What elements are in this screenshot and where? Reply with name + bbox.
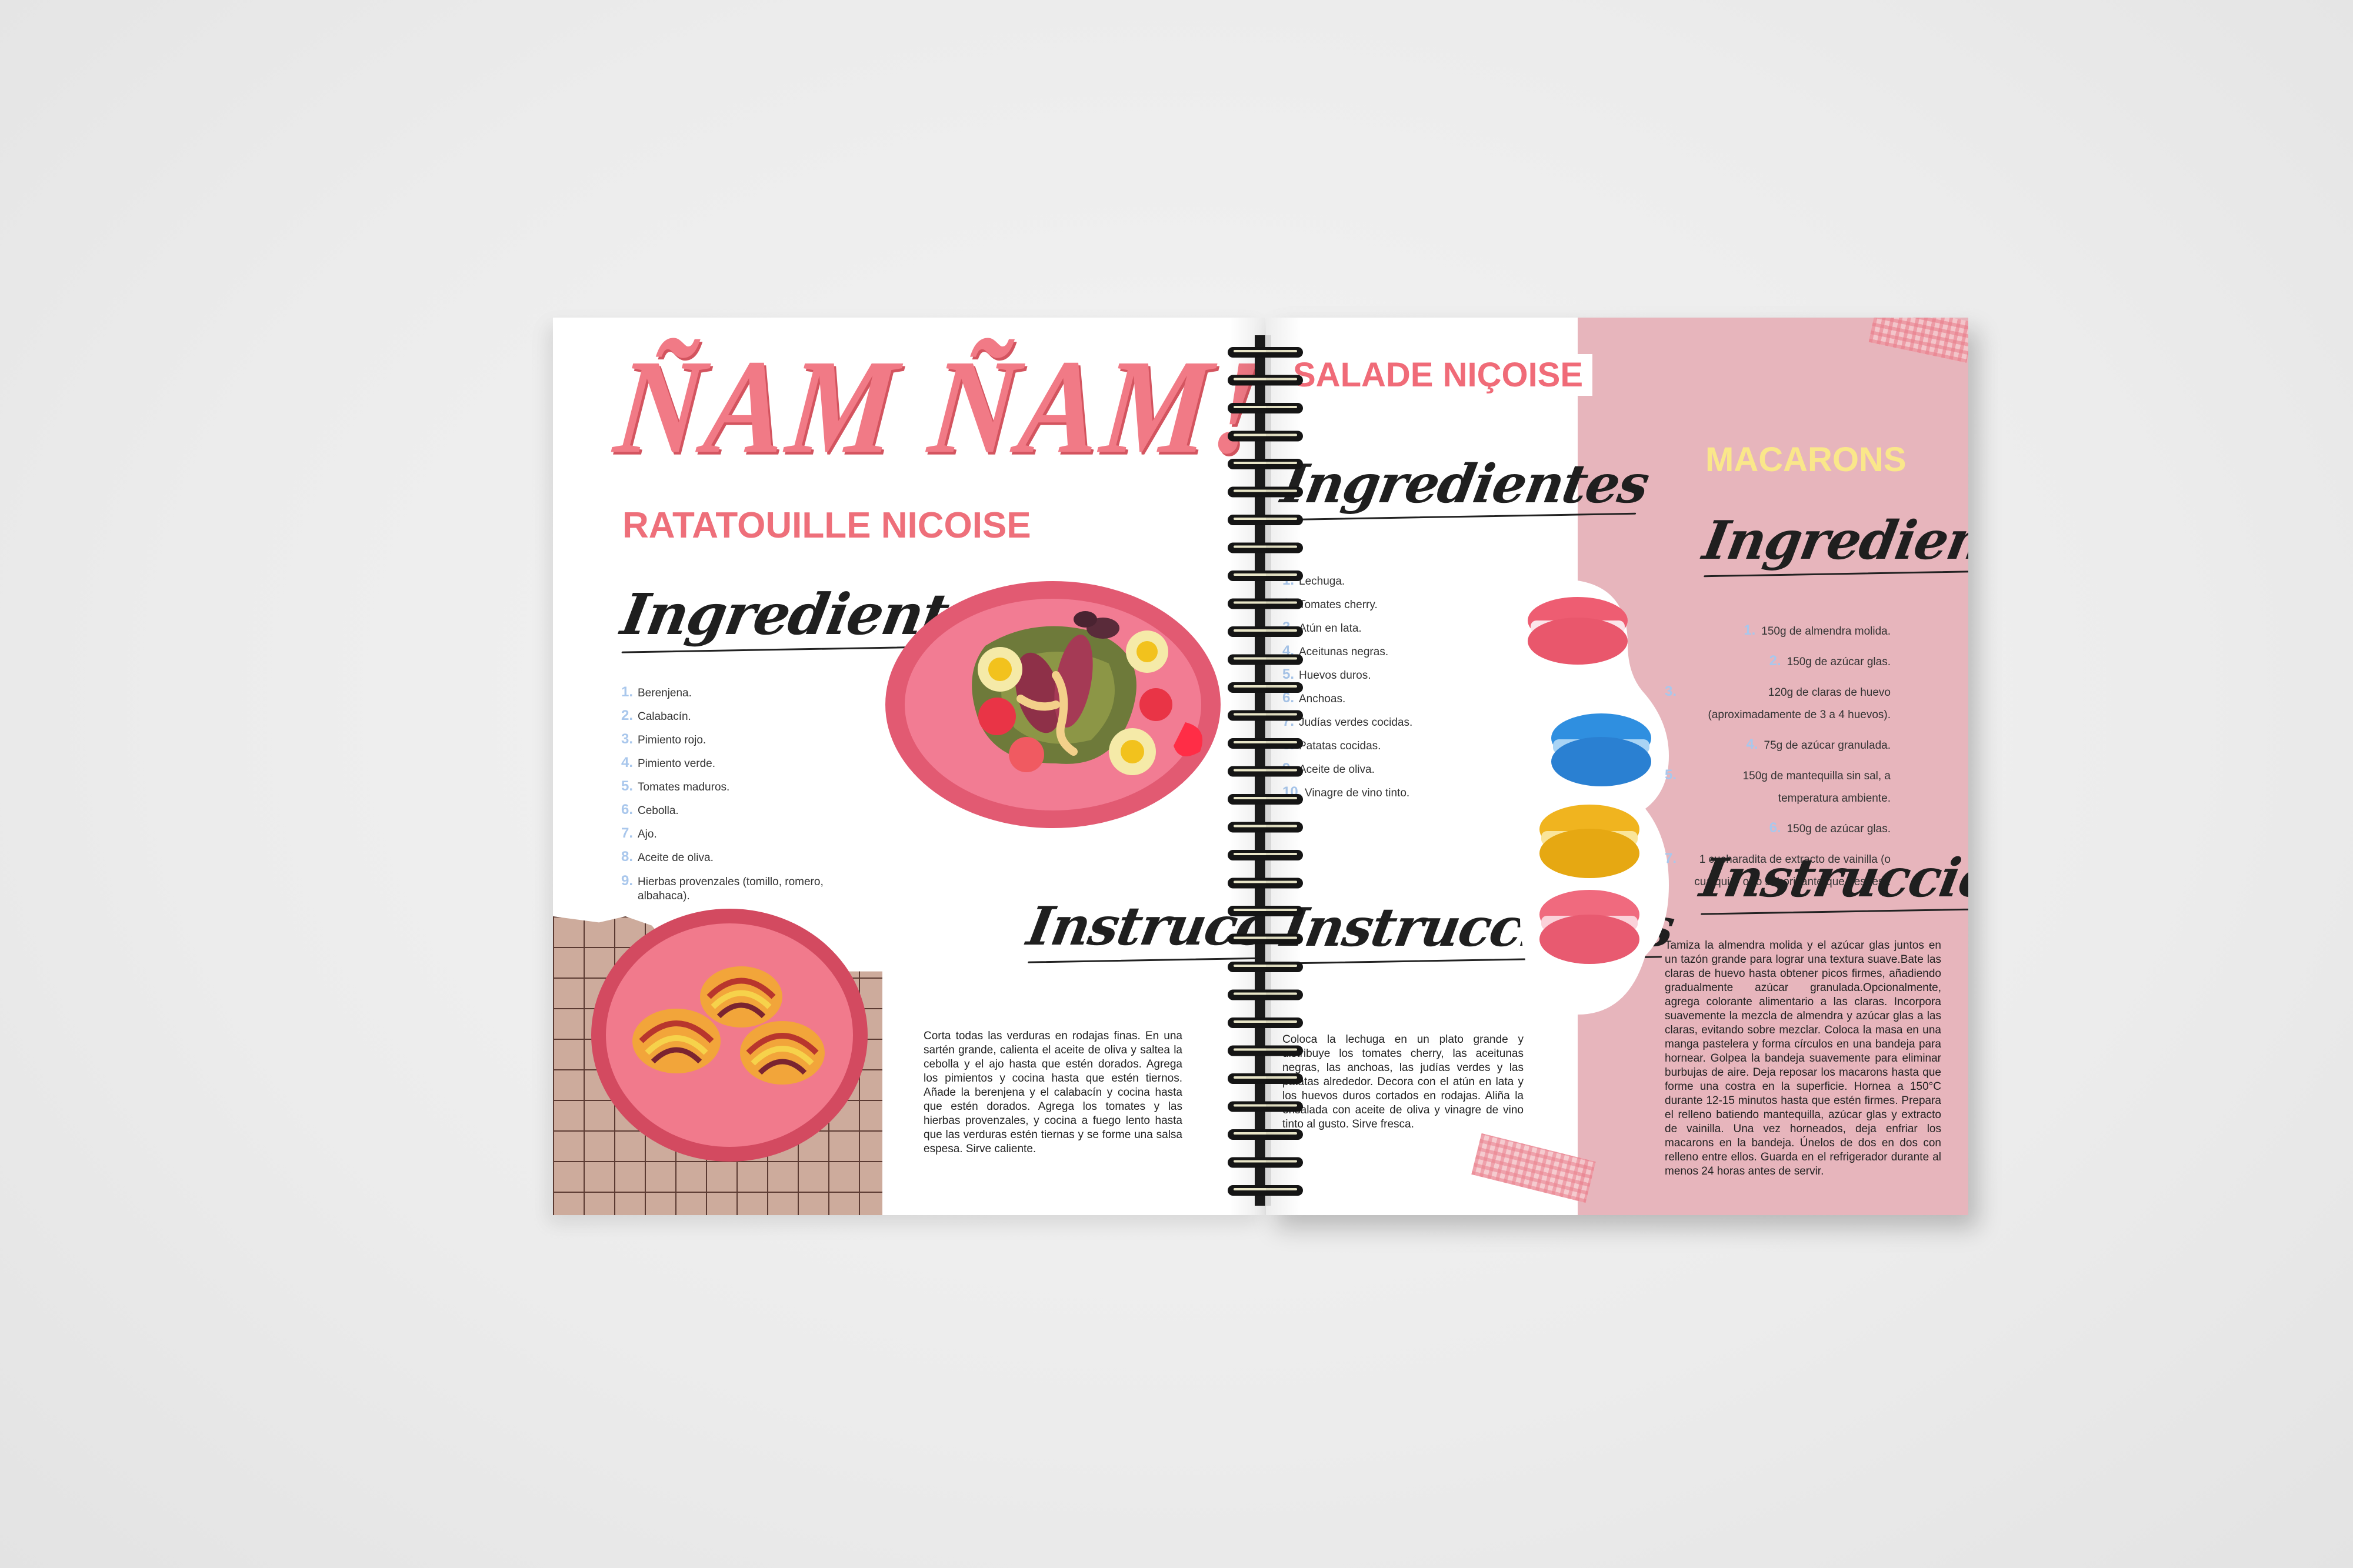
instructions-text: Coloca la lechuga en un plato grande y d…: [1282, 1033, 1524, 1130]
recipe-title-macarons: MACARONS: [1705, 441, 1907, 479]
list-item: 5. 150g de mantequilla sin sal, a tempera…: [1664, 767, 1891, 805]
open-recipe-book: ÑAM ÑAM!! RATATOUILLE NICOISE Ingredient…: [553, 318, 1968, 1215]
list-item: 5. Tomates maduros.: [621, 778, 730, 794]
list-item: 1. 150g de almendra molida.: [1744, 622, 1891, 638]
list-item: 2. Calabacín.: [621, 708, 691, 723]
right-page: SALADE NIÇOISE Ingredientes 1. Lechuga. 2…: [1266, 318, 1968, 1215]
salad-plate-illustration: [885, 581, 1221, 828]
list-item: 9. Aceite de oliva.: [1282, 760, 1375, 776]
list-item: 3. 120g de claras de huevo (aproximadamen…: [1664, 683, 1891, 721]
list-item: 4. Aceitunas negras.: [1282, 643, 1389, 659]
list-item: 8. Patatas cocidas.: [1282, 737, 1381, 753]
ingredients-heading: Ingredientes: [1277, 453, 1653, 515]
list-item: 2. 150g de azúcar glas.: [1769, 653, 1891, 669]
list-item: 4. 75g de azúcar granulada.: [1746, 736, 1891, 752]
list-item: 2. Tomates cherry.: [1282, 596, 1378, 612]
list-item: 10. Vinagre de vino tinto.: [1282, 784, 1410, 800]
recipe-title-salade: SALADE NIÇOISE: [1284, 354, 1593, 396]
list-item: 8. Aceite de oliva.: [621, 849, 714, 865]
book-title: ÑAM ÑAM!!: [609, 332, 1265, 482]
list-item: 9. Hierbas provenzales (tomillo, romero, …: [621, 873, 824, 903]
list-item: 1. Lechuga.: [1282, 572, 1345, 588]
list-item: 6. Anchoas.: [1282, 690, 1346, 706]
left-page: ÑAM ÑAM!! RATATOUILLE NICOISE Ingredient…: [553, 318, 1265, 1215]
list-item: 3. Atún en lata.: [1282, 619, 1362, 635]
list-item: 7. Judías verdes cocidas.: [1282, 713, 1413, 729]
ingredients-heading: Ingredientes: [1699, 509, 1968, 572]
list-item: 1. Berenjena.: [621, 684, 692, 700]
list-item: 6. 150g de azúcar glas.: [1769, 820, 1891, 836]
list-item: 6. Cebolla.: [621, 802, 679, 818]
list-item: 3. Pimiento rojo.: [621, 731, 706, 747]
instructions-heading: Instrucciones: [1696, 847, 1968, 909]
instructions-text: Tamiza la almendra molida y el azúcar gl…: [1665, 939, 1941, 1177]
instructions-text: Corta todas las verduras en rodajas fina…: [924, 1030, 1182, 1155]
list-item: 4. Pimiento verde.: [621, 755, 716, 770]
ratatouille-plate-illustration: [591, 909, 868, 1162]
list-item: 5. Huevos duros.: [1282, 666, 1371, 682]
macarons-illustration: [1520, 579, 1669, 1015]
ingredients-list: 1. Berenjena. 2. Calabacín. 3. Pimiento roj…: [621, 681, 833, 903]
recipe-title-ratatouille: RATATOUILLE NICOISE: [622, 505, 1031, 546]
ingredients-list: 1. Lechuga. 2. Tomates cherry. 3. Atún en l…: [1282, 569, 1471, 805]
list-item: 7. Ajo.: [621, 825, 657, 841]
